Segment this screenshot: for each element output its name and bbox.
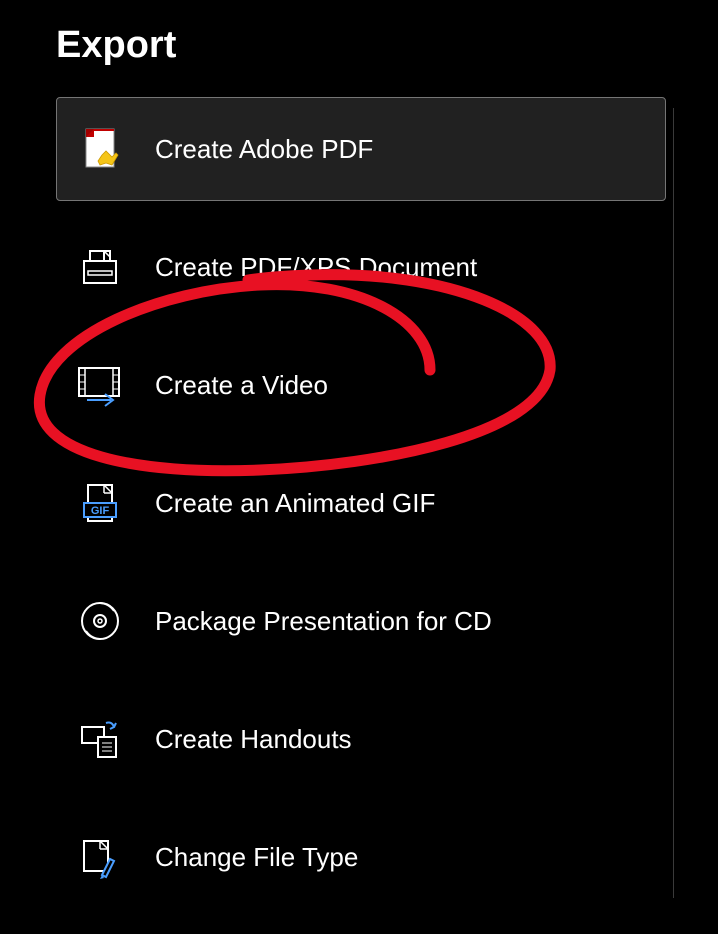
option-create-gif[interactable]: GIF Create an Animated GIF (56, 451, 666, 555)
export-panel: Export Create Adobe PDF (0, 0, 718, 923)
option-label: Create Adobe PDF (155, 134, 373, 165)
change-file-type-icon (73, 830, 127, 884)
option-change-file-type[interactable]: Change File Type (56, 805, 666, 909)
option-label: Create Handouts (155, 724, 352, 755)
option-label: Create PDF/XPS Document (155, 252, 477, 283)
option-create-adobe-pdf[interactable]: Create Adobe PDF (56, 97, 666, 201)
option-label: Create a Video (155, 370, 328, 401)
handouts-icon (73, 712, 127, 766)
option-label: Create an Animated GIF (155, 488, 435, 519)
svg-text:GIF: GIF (91, 505, 110, 517)
export-option-list: Create Adobe PDF Create PDF/XPS Document (56, 97, 718, 923)
page-title: Export (56, 24, 718, 67)
pdf-xps-icon (73, 240, 127, 294)
option-label: Package Presentation for CD (155, 606, 492, 637)
video-icon (73, 358, 127, 412)
option-package-cd[interactable]: Package Presentation for CD (56, 569, 666, 673)
cd-icon (73, 594, 127, 648)
option-label: Change File Type (155, 842, 358, 873)
adobe-pdf-icon (73, 122, 127, 176)
option-create-handouts[interactable]: Create Handouts (56, 687, 666, 791)
option-create-video[interactable]: Create a Video (56, 333, 666, 437)
gif-icon: GIF (73, 476, 127, 530)
vertical-divider (673, 108, 674, 898)
option-create-pdf-xps[interactable]: Create PDF/XPS Document (56, 215, 666, 319)
